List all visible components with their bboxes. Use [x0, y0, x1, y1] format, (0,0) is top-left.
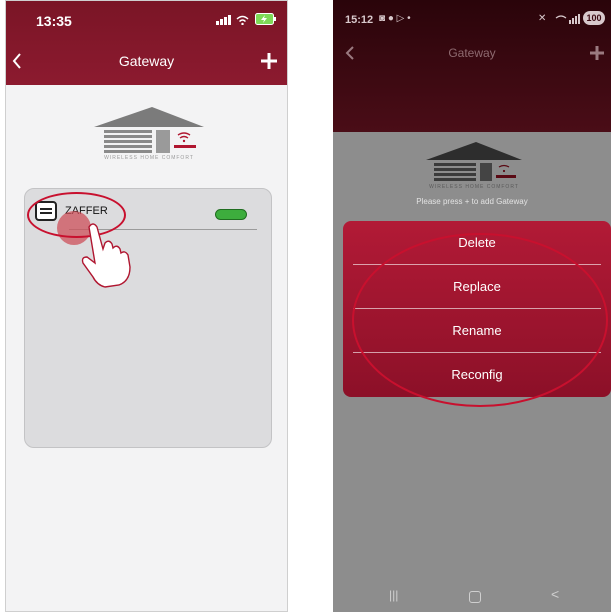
- android-nav-bar: ||| <: [333, 582, 611, 612]
- left-phone-screen: 13:35 Gateway WIRELESS HOME COMFORT ZAFF…: [5, 0, 288, 612]
- back-icon[interactable]: <: [551, 586, 559, 602]
- logo-tagline: WIRELESS HOME COMFORT: [429, 184, 519, 190]
- zaffer-logo: WIRELESS HOME COMFORT: [94, 105, 204, 165]
- home-icon[interactable]: [469, 591, 481, 603]
- gateway-card: ZAFFER: [24, 188, 272, 448]
- right-phone-screen: 15:12 ◙ ● ▷ • ✕ 100 Gateway WIRELESS HOM…: [333, 0, 611, 612]
- battery-charging-icon: [255, 13, 276, 25]
- add-gateway-plus-icon[interactable]: [260, 52, 278, 70]
- house-logo-icon: [94, 107, 204, 153]
- logo-tagline: WIRELESS HOME COMFORT: [104, 155, 194, 161]
- recent-apps-icon[interactable]: |||: [389, 588, 398, 602]
- nav-bar: Gateway: [6, 39, 287, 85]
- signal-icon: [555, 14, 580, 24]
- add-gateway-plus-icon[interactable]: [589, 45, 605, 61]
- page-title: Gateway: [448, 46, 496, 60]
- wifi-icon: [236, 15, 249, 25]
- status-time: 13:35: [36, 13, 72, 29]
- signal-icon: [216, 15, 231, 25]
- status-time: 15:12: [345, 14, 374, 26]
- page-title: Gateway: [118, 53, 175, 69]
- empty-hint-text: Please press + to add Gateway: [416, 197, 528, 206]
- mute-icon: ✕: [538, 13, 547, 24]
- status-bar: 13:35: [6, 1, 287, 39]
- nav-bar: Gateway: [333, 38, 611, 84]
- house-logo-icon: [426, 142, 522, 181]
- notification-icons: ◙ ● ▷ •: [379, 13, 411, 24]
- battery-level: 100: [583, 11, 605, 25]
- status-bar: 15:12 ◙ ● ▷ • ✕ 100: [333, 0, 611, 38]
- highlight-ring: [352, 233, 608, 407]
- pointing-hand-icon: [81, 223, 131, 288]
- gateway-status-indicator: [215, 209, 247, 220]
- zaffer-logo: WIRELESS HOME COMFORT: [426, 140, 522, 194]
